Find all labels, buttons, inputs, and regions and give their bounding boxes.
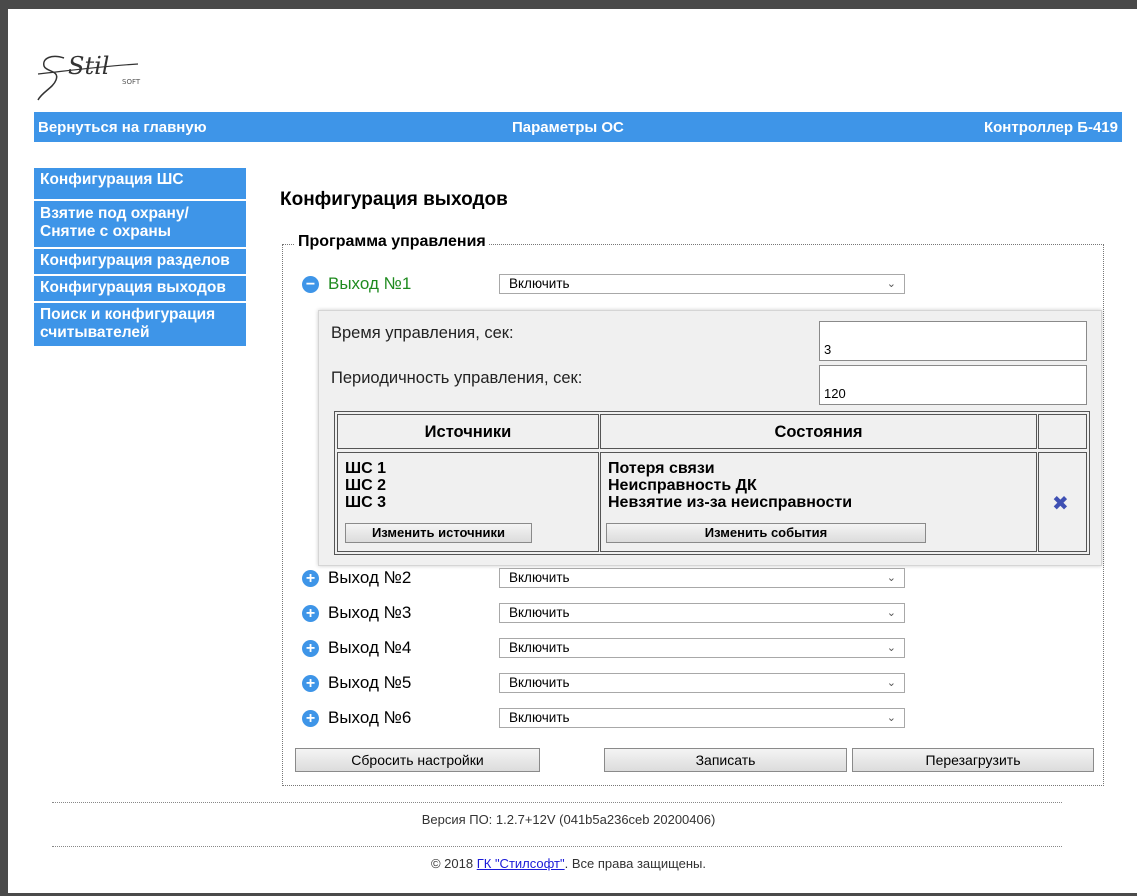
select-value: Включить: [509, 710, 570, 725]
stilsoft-logo: Stil SOFT: [37, 52, 141, 101]
output-label: Выход №2: [328, 568, 412, 587]
control-time-input[interactable]: 3: [819, 321, 1087, 361]
firmware-version: Версия ПО: 1.2.7+12V (041b5a236ceb 20200…: [421, 812, 716, 827]
actions-cell: ✖: [1038, 452, 1087, 552]
states-cell: Потеря связи Неисправность ДК Невзятие и…: [600, 452, 1037, 552]
output-mode-select[interactable]: Включить ⌄: [499, 673, 905, 693]
output-row-2: + Выход №2 Включить ⌄: [302, 567, 912, 589]
sidebar-item-partition-config[interactable]: Конфигурация разделов: [34, 249, 246, 276]
chevron-down-icon: ⌄: [886, 278, 896, 290]
footer-divider: [52, 846, 1062, 847]
period-input[interactable]: 120: [819, 365, 1087, 405]
chevron-down-icon: ⌄: [886, 712, 896, 724]
state-item: Неисправность ДК: [608, 477, 757, 494]
output-label: Выход №1: [328, 274, 412, 293]
change-events-button[interactable]: Изменить события: [606, 523, 926, 543]
state-item: Потеря связи: [608, 460, 715, 477]
change-sources-button[interactable]: Изменить источники: [345, 523, 532, 543]
output-row-4: + Выход №4 Включить ⌄: [302, 637, 912, 659]
output-label: Выход №5: [328, 673, 412, 692]
control-time-label: Время управления, сек:: [331, 324, 514, 342]
chevron-down-icon: ⌄: [886, 572, 896, 584]
window-frame-top: [0, 0, 1137, 9]
output-label: Выход №6: [328, 708, 412, 727]
copyright: © 2018 ГК "Стилсофт". Все права защищены…: [0, 856, 1137, 871]
section-title: Параметры ОС: [512, 119, 624, 136]
output-mode-select[interactable]: Включить ⌄: [499, 274, 905, 294]
output-1-details: Время управления, сек: 3 Периодичность у…: [318, 310, 1102, 566]
output-row-3: + Выход №3 Включить ⌄: [302, 602, 912, 624]
chevron-down-icon: ⌄: [886, 642, 896, 654]
sources-states-table: Источники Состояния ШС 1 ШС 2 ШС 3 Измен…: [334, 411, 1090, 555]
state-item: Невзятие из-за неисправности: [608, 494, 853, 511]
expand-icon[interactable]: +: [302, 605, 319, 622]
expand-icon[interactable]: +: [302, 710, 319, 727]
chevron-down-icon: ⌄: [886, 607, 896, 619]
delete-icon[interactable]: ✖: [1052, 491, 1069, 516]
sidebar-item-zone-config[interactable]: Конфигурация ШС: [34, 168, 246, 201]
expand-icon[interactable]: +: [302, 640, 319, 657]
reboot-button[interactable]: Перезагрузить: [852, 748, 1094, 772]
table-header-sources: Источники: [337, 414, 599, 449]
source-item: ШС 3: [345, 494, 386, 511]
logo-subtext: SOFT: [122, 78, 141, 86]
output-mode-select[interactable]: Включить ⌄: [499, 603, 905, 623]
page-title: Конфигурация выходов: [280, 189, 508, 210]
output-row-1: − Выход №1 Включить ⌄: [302, 273, 912, 295]
output-row-6: + Выход №6 Включить ⌄: [302, 707, 912, 729]
sources-cell: ШС 1 ШС 2 ШС 3 Изменить источники: [337, 452, 599, 552]
select-value: Включить: [509, 276, 570, 291]
output-mode-select[interactable]: Включить ⌄: [499, 568, 905, 588]
home-link[interactable]: Вернуться на главную: [38, 119, 207, 136]
source-item: ШС 1: [345, 460, 386, 477]
table-header-states: Состояния: [600, 414, 1037, 449]
company-link[interactable]: ГК "Стилсофт": [477, 856, 565, 871]
period-label: Периодичность управления, сек:: [331, 369, 583, 387]
window-frame-left: [0, 0, 8, 896]
reset-settings-button[interactable]: Сбросить настройки: [295, 748, 540, 772]
output-label: Выход №3: [328, 603, 412, 622]
select-value: Включить: [509, 675, 570, 690]
footer-divider: [52, 802, 1062, 803]
sidebar-item-reader-config[interactable]: Поиск и конфигурация считывателей: [34, 303, 246, 348]
sidebar-item-arm-disarm[interactable]: Взятие под охрану/ Снятие с охраны: [34, 201, 246, 249]
output-mode-select[interactable]: Включить ⌄: [499, 708, 905, 728]
chevron-down-icon: ⌄: [886, 677, 896, 689]
select-value: Включить: [509, 640, 570, 655]
save-button[interactable]: Записать: [604, 748, 847, 772]
logo-text: Stil: [68, 52, 109, 80]
output-mode-select[interactable]: Включить ⌄: [499, 638, 905, 658]
device-title: Контроллер Б-419: [983, 119, 1118, 136]
group-legend: Программа управления: [295, 233, 489, 251]
copyright-suffix: . Все права защищены.: [564, 856, 707, 871]
table-header-actions: [1038, 414, 1087, 449]
expand-icon[interactable]: +: [302, 570, 319, 587]
output-row-5: + Выход №5 Включить ⌄: [302, 672, 912, 694]
top-nav-bar: Вернуться на главную Параметры ОС Контро…: [34, 112, 1122, 142]
source-item: ШС 2: [345, 477, 386, 494]
expand-icon[interactable]: +: [302, 675, 319, 692]
collapse-icon[interactable]: −: [302, 276, 319, 293]
output-label: Выход №4: [328, 638, 412, 657]
select-value: Включить: [509, 605, 570, 620]
sidebar: Конфигурация ШС Взятие под охрану/ Сняти…: [34, 168, 246, 348]
copyright-prefix: © 2018: [430, 856, 477, 871]
sidebar-item-output-config[interactable]: Конфигурация выходов: [34, 276, 246, 303]
select-value: Включить: [509, 570, 570, 585]
